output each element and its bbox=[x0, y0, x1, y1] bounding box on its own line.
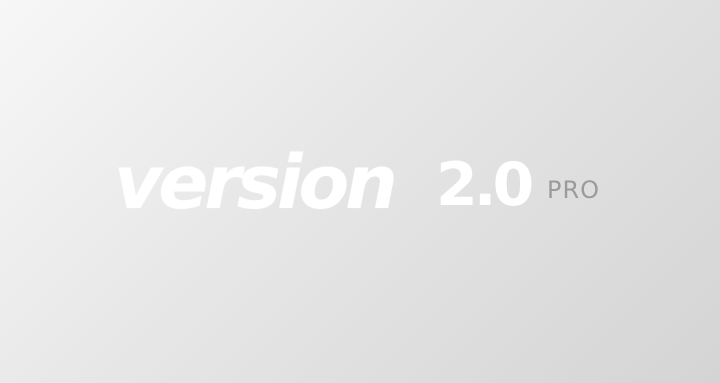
version-number: 2.0 bbox=[436, 150, 534, 220]
edition-label: PRO bbox=[547, 176, 601, 204]
logo-wordmark: version bbox=[114, 140, 398, 226]
splash-screen: version 2.0 PRO bbox=[0, 0, 720, 383]
product-logo: version 2.0 PRO bbox=[114, 146, 614, 236]
